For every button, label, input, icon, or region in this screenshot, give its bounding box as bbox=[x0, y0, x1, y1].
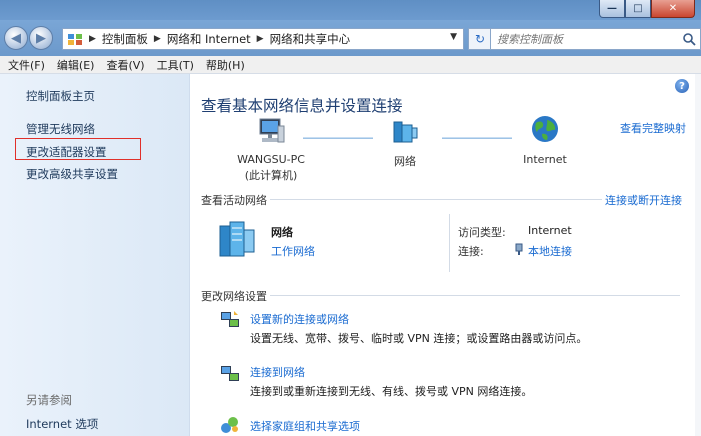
breadcrumb-control-panel[interactable]: 控制面板 bbox=[102, 31, 148, 47]
help-icon[interactable]: ? bbox=[675, 79, 689, 93]
menu-help[interactable]: 帮助(H) bbox=[206, 57, 245, 73]
window-titlebar: — □ ✕ bbox=[0, 0, 701, 20]
forward-button[interactable]: ▶ bbox=[29, 26, 53, 50]
search-box[interactable] bbox=[490, 28, 701, 50]
homegroup-sharing-link[interactable]: 选择家庭组和共享选项 bbox=[250, 418, 360, 434]
computer-icon[interactable] bbox=[256, 116, 286, 146]
page-title: 查看基本网络信息并设置连接 bbox=[201, 97, 403, 115]
menu-bar: 文件(F) 编辑(E) 查看(V) 工具(T) 帮助(H) bbox=[0, 56, 701, 74]
homegroup-icon[interactable] bbox=[220, 416, 240, 434]
sidebar-item-manage-wireless[interactable]: 管理无线网络 bbox=[26, 121, 95, 137]
vertical-divider bbox=[449, 214, 450, 272]
active-network-icon[interactable] bbox=[218, 218, 258, 260]
access-type-value: Internet bbox=[528, 224, 572, 237]
network-icon[interactable] bbox=[391, 116, 419, 146]
breadcrumb-separator-icon: ▶ bbox=[153, 34, 161, 44]
change-settings-heading: 更改网络设置 bbox=[201, 290, 267, 303]
network-type-link[interactable]: 工作网络 bbox=[271, 243, 315, 259]
breadcrumb-network-internet[interactable]: 网络和 Internet bbox=[167, 31, 251, 47]
internet-globe-icon[interactable] bbox=[530, 114, 560, 144]
refresh-button[interactable]: ↻ bbox=[468, 28, 492, 50]
local-connection-link[interactable]: 本地连接 bbox=[528, 243, 572, 259]
breadcrumb-separator-icon: ▶ bbox=[256, 34, 264, 44]
see-also-heading: 另请参阅 bbox=[26, 393, 72, 407]
divider bbox=[270, 295, 680, 296]
menu-edit[interactable]: 编辑(E) bbox=[57, 57, 95, 73]
menu-tools[interactable]: 工具(T) bbox=[157, 57, 194, 73]
connection-label: 连接: bbox=[458, 245, 484, 258]
access-type-label: 访问类型: bbox=[458, 226, 506, 239]
breadcrumb-network-sharing-center[interactable]: 网络和共享中心 bbox=[270, 31, 351, 47]
close-button[interactable]: ✕ bbox=[651, 0, 695, 18]
back-button[interactable]: ◀ bbox=[4, 26, 28, 50]
connection-line bbox=[442, 137, 512, 139]
connection-line bbox=[303, 137, 373, 139]
internet-label: Internet bbox=[523, 153, 567, 166]
window-controls: — □ ✕ bbox=[599, 0, 695, 18]
sidebar-item-advanced-sharing[interactable]: 更改高级共享设置 bbox=[26, 166, 118, 182]
forward-arrow-icon: ▶ bbox=[36, 30, 46, 46]
address-dropdown-icon[interactable]: ▼ bbox=[450, 32, 457, 42]
maximize-button[interactable]: □ bbox=[625, 0, 651, 18]
breadcrumb-separator-icon: ▶ bbox=[89, 34, 96, 44]
search-icon[interactable] bbox=[682, 32, 696, 46]
connect-to-network-link[interactable]: 连接到网络 bbox=[250, 364, 305, 380]
sidebar-item-change-adapter[interactable]: 更改适配器设置 bbox=[26, 144, 107, 160]
address-toolbar: ◀ ▶ ▶ 控制面板 ▶ 网络和 Internet ▶ 网络和共享中心 ▼ ↻ bbox=[0, 20, 701, 56]
address-bar[interactable]: ▶ 控制面板 ▶ 网络和 Internet ▶ 网络和共享中心 ▼ bbox=[62, 28, 464, 50]
connect-network-icon[interactable] bbox=[220, 364, 240, 382]
task-pane: 控制面板主页 管理无线网络 更改适配器设置 更改高级共享设置 另请参阅 Inte… bbox=[0, 74, 190, 436]
computer-name: WANGSU-PC bbox=[237, 153, 305, 166]
ethernet-icon bbox=[515, 243, 523, 255]
setup-new-connection-link[interactable]: 设置新的连接或网络 bbox=[250, 311, 349, 327]
active-network-name: 网络 bbox=[271, 226, 293, 239]
search-input[interactable] bbox=[497, 32, 677, 46]
active-networks-heading: 查看活动网络 bbox=[201, 194, 267, 207]
control-panel-icon bbox=[68, 34, 82, 45]
refresh-icon: ↻ bbox=[474, 32, 486, 46]
back-arrow-icon: ◀ bbox=[11, 30, 21, 46]
connect-to-network-desc: 连接到或重新连接到无线、有线、拨号或 VPN 网络连接。 bbox=[250, 385, 533, 398]
scrollbar[interactable] bbox=[695, 74, 701, 436]
sidebar-item-control-panel-home[interactable]: 控制面板主页 bbox=[26, 88, 95, 104]
menu-file[interactable]: 文件(F) bbox=[8, 57, 45, 73]
content-pane: ? 查看基本网络信息并设置连接 查看完整映射 WANGSU-PC (此计算机) … bbox=[190, 74, 701, 436]
computer-subtitle: (此计算机) bbox=[244, 169, 298, 182]
minimize-button[interactable]: — bbox=[599, 0, 625, 18]
sidebar-item-internet-options[interactable]: Internet 选项 bbox=[26, 416, 98, 432]
connect-disconnect-link[interactable]: 连接或断开连接 bbox=[605, 192, 682, 208]
full-map-link[interactable]: 查看完整映射 bbox=[620, 120, 686, 136]
network-label: 网络 bbox=[394, 155, 416, 168]
menu-view[interactable]: 查看(V) bbox=[106, 57, 144, 73]
divider bbox=[270, 199, 602, 200]
setup-new-connection-desc: 设置无线、宽带、拨号、临时或 VPN 连接；或设置路由器或访问点。 bbox=[250, 332, 588, 345]
new-connection-icon[interactable] bbox=[220, 310, 240, 328]
